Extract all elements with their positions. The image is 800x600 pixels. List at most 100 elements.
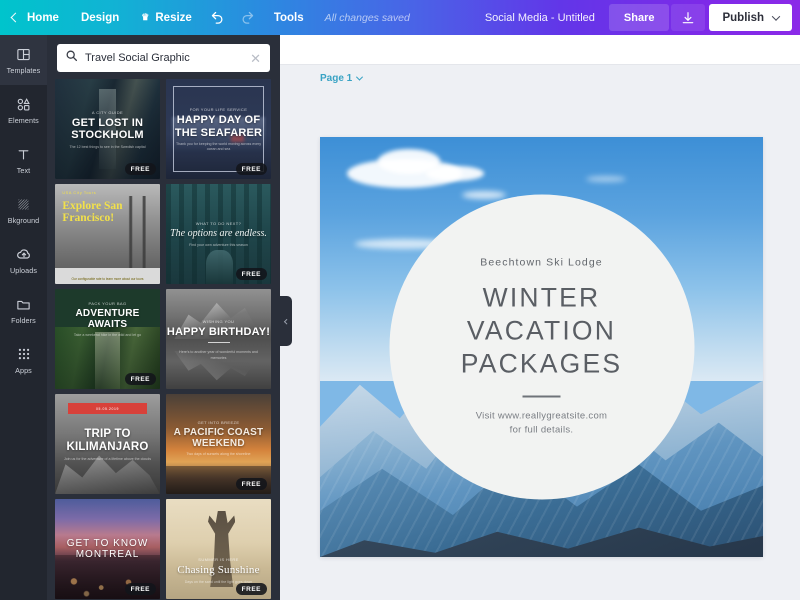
top-toolbar-right-group: Social Media - Untitled Share Publish: [471, 0, 800, 35]
home-button[interactable]: Home: [0, 0, 70, 35]
template-kicker: WISHING YOU: [203, 319, 235, 324]
background-icon: [16, 196, 31, 213]
crown-icon: ♛: [141, 12, 149, 23]
search-box[interactable]: ✕: [57, 44, 270, 72]
elements-icon: [16, 96, 31, 113]
template-title: HAPPY DAY OF THE SEAFARER: [166, 114, 271, 139]
template-title: Explore San Francisco!: [62, 200, 160, 225]
free-badge: FREE: [236, 163, 267, 175]
context-toolbar[interactable]: [280, 35, 800, 65]
top-toolbar: Home Design ♛ Resize Tools: [0, 0, 800, 35]
free-badge: FREE: [236, 268, 267, 280]
template-title: TRIP TO KILIMANJARO: [55, 428, 160, 454]
close-icon[interactable]: ✕: [249, 52, 262, 65]
free-badge: FREE: [125, 373, 156, 385]
left-rail: Templates Elements Text: [0, 35, 47, 600]
tools-label: Tools: [274, 12, 304, 24]
template-kicker: FOR YOUR LIFE SERVICE: [190, 107, 248, 112]
template-kicker: WHAT TO DO NEXT?: [196, 221, 241, 226]
panel-collapse-handle[interactable]: [280, 296, 292, 346]
free-badge: FREE: [236, 583, 267, 595]
editor-area: Page 1: [280, 35, 800, 600]
page-selector[interactable]: Page 1: [320, 73, 362, 84]
chevron-left-icon: [11, 13, 21, 23]
search-input[interactable]: [85, 52, 242, 64]
cloud-shape: [586, 176, 626, 182]
template-card[interactable]: GET INTO BREEZE A PACIFIC COAST WEEKEND …: [166, 394, 271, 494]
template-divider: [208, 342, 230, 343]
home-label: Home: [27, 12, 59, 24]
free-badge: FREE: [125, 163, 156, 175]
save-status: All changes saved: [315, 12, 410, 24]
design-canvas[interactable]: Beechtown Ski Lodge WINTER VACATION PACK…: [320, 137, 763, 557]
free-badge: FREE: [236, 478, 267, 490]
headline-line-1: WINTER: [483, 281, 601, 314]
headline-line-3: PACKAGES: [461, 347, 622, 380]
template-grid[interactable]: A CITY GUIDE GET LOST IN STOCKHOLM The 1…: [47, 79, 280, 600]
cloud-shape: [426, 166, 484, 181]
resize-label: Resize: [155, 12, 191, 24]
template-card[interactable]: WISHING YOU HAPPY BIRTHDAY! Here's to an…: [166, 289, 271, 389]
canva-editor-window: Home Design ♛ Resize Tools: [0, 0, 800, 600]
circle-text-panel[interactable]: Beechtown Ski Lodge WINTER VACATION PACK…: [389, 195, 694, 500]
template-card[interactable]: FOR YOUR LIFE SERVICE HAPPY DAY OF THE S…: [166, 79, 271, 179]
apps-icon: [17, 346, 31, 363]
sidebar-item-text[interactable]: Text: [0, 135, 47, 185]
template-title: A PACIFIC COAST WEEKEND: [166, 427, 271, 449]
template-thumbnail-image: [55, 184, 160, 284]
sidebar-item-uploads[interactable]: Uploads: [0, 235, 47, 285]
lodge-name: Beechtown Ski Lodge: [480, 256, 602, 268]
folders-icon: [16, 296, 31, 313]
template-subtitle: Find your own adventure this season: [181, 243, 256, 248]
template-card[interactable]: GET TO KNOW MONTREAL FREE: [55, 499, 160, 599]
design-label: Design: [81, 12, 119, 24]
headline-line-2: VACATION: [467, 314, 616, 347]
sidebar-item-templates[interactable]: Templates: [0, 35, 47, 85]
publish-label: Publish: [722, 12, 764, 24]
redo-button[interactable]: [233, 0, 263, 35]
template-title: GET LOST IN STOCKHOLM: [55, 117, 160, 142]
template-title: HAPPY BIRTHDAY!: [167, 326, 270, 338]
search-icon: [65, 49, 78, 67]
template-card[interactable]: WHAT TO DO NEXT? The options are endless…: [166, 184, 271, 284]
design-menu-button[interactable]: Design: [70, 0, 130, 35]
cloud-shape: [462, 191, 506, 199]
template-card[interactable]: PACK YOUR BAG ADVENTURE AWAITS Take a we…: [55, 289, 160, 389]
sidebar-item-elements[interactable]: Elements: [0, 85, 47, 135]
download-button[interactable]: [671, 4, 705, 31]
template-subtitle: Join us for the adventure of a lifetime …: [56, 457, 159, 462]
publish-button[interactable]: Publish: [709, 4, 792, 31]
template-subtitle: Take a weekend hike in the wild and let …: [66, 333, 149, 338]
divider-rule: [523, 395, 561, 397]
sidebar-item-background[interactable]: Bkground: [0, 185, 47, 235]
page-label-text: Page 1: [320, 73, 352, 84]
top-toolbar-left-group: Home Design ♛ Resize Tools: [0, 0, 410, 35]
chevron-down-icon: [772, 12, 780, 20]
template-kicker: 05.05.2019: [68, 403, 148, 414]
visit-line-1: Visit www.reallygreatsite.com: [476, 409, 608, 423]
tools-menu-button[interactable]: Tools: [263, 0, 315, 35]
template-kicker: SUMMER IS HERE: [198, 557, 239, 562]
template-subtitle: Our configurable rate to learn more abou…: [55, 277, 160, 281]
templates-panel: ✕ A CITY GUIDE GET LOST IN STOCKHOLM The…: [47, 35, 280, 600]
sidebar-label-templates: Templates: [7, 66, 41, 75]
share-button[interactable]: Share: [609, 4, 670, 31]
resize-button[interactable]: ♛ Resize: [130, 0, 203, 35]
template-card[interactable]: A CITY GUIDE GET LOST IN STOCKHOLM The 1…: [55, 79, 160, 179]
sidebar-label-background: Bkground: [8, 216, 40, 225]
sidebar-item-folders[interactable]: Folders: [0, 285, 47, 335]
document-title[interactable]: Social Media - Untitled: [471, 12, 609, 24]
sidebar-label-text: Text: [17, 166, 31, 175]
text-icon: [16, 146, 31, 163]
undo-button[interactable]: [203, 0, 233, 35]
template-card[interactable]: SUMMER IS HERE Chasing Sunshine Days on …: [166, 499, 271, 599]
template-card[interactable]: 05.05.2019 TRIP TO KILIMANJARO Join us f…: [55, 394, 160, 494]
template-card[interactable]: USA City Tours Explore San Francisco! Ou…: [55, 184, 160, 284]
template-title: Chasing Sunshine: [177, 564, 259, 576]
sidebar-item-apps[interactable]: Apps: [0, 335, 47, 385]
template-subtitle: Thank you for keeping the world moving a…: [166, 142, 271, 153]
template-title: GET TO KNOW MONTREAL: [55, 538, 160, 560]
template-subtitle: Here's to another year of wonderful mome…: [166, 350, 271, 361]
template-kicker: PACK YOUR BAG: [89, 301, 127, 306]
chevron-down-icon: [356, 74, 363, 81]
